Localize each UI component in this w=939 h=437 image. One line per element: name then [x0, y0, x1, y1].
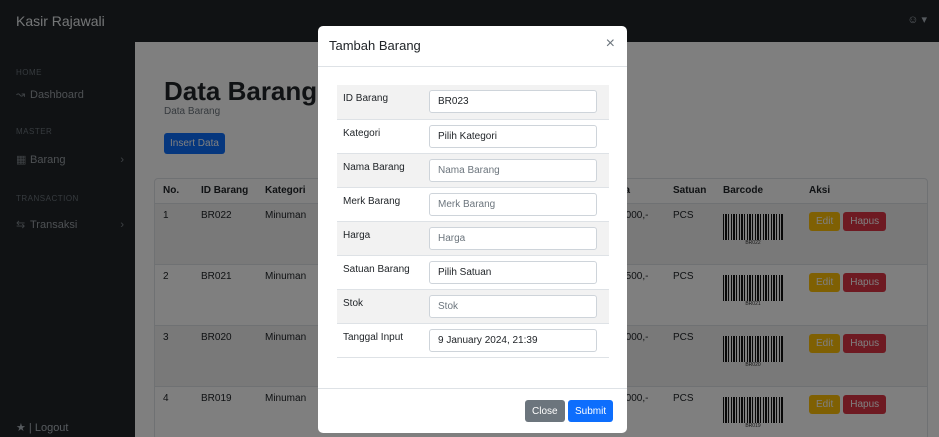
stok-input[interactable]	[429, 294, 597, 318]
satuan-select[interactable]	[429, 260, 597, 284]
form-row-nama-barang: Nama Barang	[337, 153, 609, 188]
close-icon[interactable]: ×	[606, 35, 615, 53]
modal-header-divider	[318, 66, 627, 67]
label-nama-barang: Nama Barang	[337, 153, 429, 188]
form-row-satuan-barang: Satuan Barang	[337, 255, 609, 290]
form-row-id-barang: ID Barang	[337, 85, 609, 120]
tambah-barang-modal: Tambah Barang × ID Barang Kategori Nama …	[318, 26, 627, 433]
nama-barang-input[interactable]	[429, 158, 597, 182]
label-satuan-barang: Satuan Barang	[337, 255, 429, 290]
form-row-stok: Stok	[337, 289, 609, 324]
modal-title: Tambah Barang	[329, 38, 421, 53]
kategori-select[interactable]	[429, 124, 597, 148]
form-table: ID Barang Kategori Nama Barang Merk Bara…	[337, 85, 609, 358]
submit-button[interactable]: Submit	[568, 400, 614, 422]
label-tanggal-input: Tanggal Input	[337, 323, 429, 358]
tanggal-input-field[interactable]	[429, 328, 597, 352]
label-stok: Stok	[337, 289, 429, 324]
harga-input[interactable]	[429, 226, 597, 250]
label-id-barang: ID Barang	[337, 85, 429, 120]
form-row-harga: Harga	[337, 221, 609, 256]
label-merk-barang: Merk Barang	[337, 187, 429, 222]
modal-footer-divider	[318, 388, 627, 389]
merk-barang-input[interactable]	[429, 192, 597, 216]
form-row-kategori: Kategori	[337, 119, 609, 154]
label-harga: Harga	[337, 221, 429, 256]
form-row-tanggal-input: Tanggal Input	[337, 323, 609, 358]
form-row-merk-barang: Merk Barang	[337, 187, 609, 222]
close-button[interactable]: Close	[525, 400, 565, 422]
id-barang-input[interactable]	[429, 90, 597, 114]
label-kategori: Kategori	[337, 119, 429, 154]
